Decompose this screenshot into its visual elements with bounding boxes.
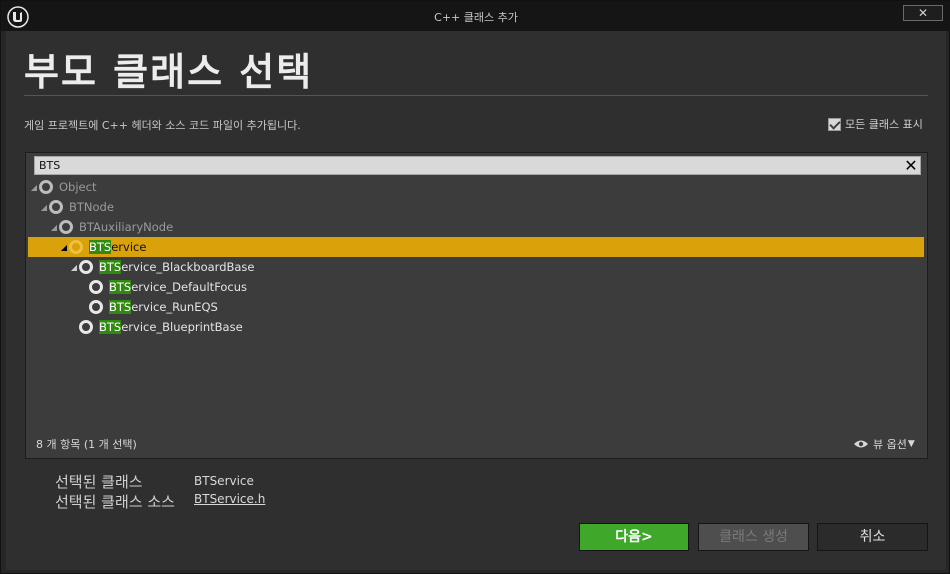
tree-item-btservice-blueprintbase[interactable]: BTS ervice_BlueprintBase xyxy=(69,317,924,337)
tree-item-btservice-runeqs[interactable]: BTS ervice_RunEQS xyxy=(79,297,924,317)
match-highlight: BTS xyxy=(99,320,122,334)
class-icon xyxy=(89,300,103,314)
dialog-window: C++ 클래스 추가 ✕ 부모 클래스 선택 게임 프로젝트에 C++ 헤더와 … xyxy=(0,0,950,574)
tree-item-btservice-blackboardbase[interactable]: ◢ BTS ervice_BlackboardBase xyxy=(69,257,924,277)
clear-search-icon[interactable]: ✕ xyxy=(902,157,920,174)
class-name: BTNode xyxy=(69,200,114,214)
class-icon xyxy=(69,240,83,254)
chevron-right-icon: > xyxy=(641,529,653,545)
expand-arrow-icon[interactable]: ◢ xyxy=(39,203,49,212)
tree-item-btauxiliarynode[interactable]: ◢ BTAuxiliaryNode xyxy=(49,217,924,237)
class-name: ervice_BlackboardBase xyxy=(121,260,255,274)
class-icon xyxy=(59,220,73,234)
expand-arrow-icon[interactable]: ◢ xyxy=(29,183,39,192)
create-class-button[interactable]: 클래스 생성 xyxy=(698,523,809,551)
show-all-checkbox[interactable] xyxy=(828,117,841,131)
search-box[interactable]: ✕ xyxy=(34,156,921,175)
selected-source-link[interactable]: BTService.h xyxy=(194,492,265,506)
show-all-label: 모든 클래스 표시 xyxy=(845,118,923,131)
close-button[interactable]: ✕ xyxy=(903,5,943,21)
item-count: 8 개 항목 (1 개 선택) xyxy=(36,438,137,451)
page-description: 게임 프로젝트에 C++ 헤더와 소스 코드 파일이 추가됩니다. xyxy=(24,119,301,132)
class-icon xyxy=(49,200,63,214)
class-icon xyxy=(89,280,103,294)
tree-item-btservice-defaultfocus[interactable]: BTS ervice_DefaultFocus xyxy=(79,277,924,297)
eye-icon xyxy=(854,440,868,448)
next-button-label: 다음 xyxy=(615,529,642,545)
view-options-button[interactable]: 뷰 옵션 ▼ xyxy=(853,436,915,452)
view-options-label: 뷰 옵션 xyxy=(873,438,907,451)
class-icon xyxy=(39,180,53,194)
class-name: ervice_BlueprintBase xyxy=(121,320,243,334)
match-highlight: BTS xyxy=(109,280,132,294)
class-name: ervice_DefaultFocus xyxy=(131,280,248,294)
class-name: BTAuxiliaryNode xyxy=(79,220,174,234)
title-bar[interactable]: C++ 클래스 추가 ✕ xyxy=(1,1,950,31)
selected-class-label: 선택된 클래스 xyxy=(55,473,143,491)
show-all-classes-toggle[interactable]: 모든 클래스 표시 xyxy=(828,116,923,132)
expand-arrow-icon[interactable]: ◢ xyxy=(49,223,59,232)
class-icon xyxy=(79,260,93,274)
match-highlight: BTS xyxy=(99,260,122,274)
class-icon xyxy=(79,320,93,334)
tree-item-object[interactable]: ◢ Object xyxy=(29,177,924,197)
class-name: ervice xyxy=(111,240,147,254)
page-title: 부모 클래스 선택 xyxy=(24,50,314,94)
cancel-button[interactable]: 취소 xyxy=(817,523,928,551)
expand-arrow-icon[interactable]: ◢ xyxy=(59,243,69,252)
expand-arrow-icon[interactable]: ◢ xyxy=(69,263,79,272)
tree-item-btservice[interactable]: ◢ BTS ervice xyxy=(28,237,924,257)
selected-class-value: BTService xyxy=(194,474,254,488)
tree-item-btnode[interactable]: ◢ BTNode xyxy=(39,197,924,217)
title-divider xyxy=(24,95,928,96)
class-name: ervice_RunEQS xyxy=(131,300,218,314)
match-highlight: BTS xyxy=(109,300,132,314)
chevron-down-icon: ▼ xyxy=(907,439,915,449)
selected-source-label: 선택된 클래스 소스 xyxy=(55,493,175,511)
window-title: C++ 클래스 추가 xyxy=(434,11,518,24)
next-button[interactable]: 다음> xyxy=(579,523,689,551)
match-highlight: BTS xyxy=(89,240,112,254)
search-input[interactable] xyxy=(35,157,902,174)
class-name: Object xyxy=(59,180,97,194)
